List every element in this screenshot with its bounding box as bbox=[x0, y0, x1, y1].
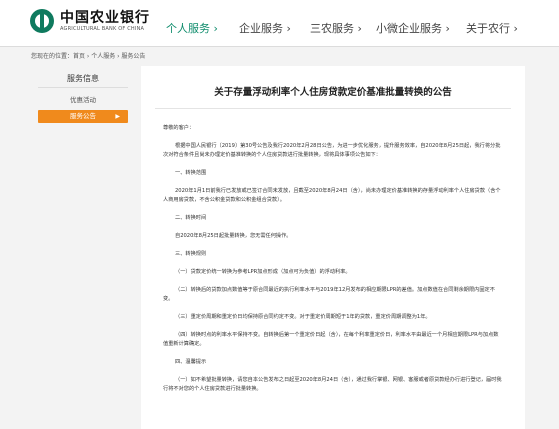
section-heading: 四、温馨提示 bbox=[175, 359, 207, 365]
sidebar-item-label: 服务公告 bbox=[70, 112, 96, 120]
abc-logo-icon bbox=[30, 9, 54, 33]
salutation: 尊敬的客户： bbox=[163, 125, 195, 131]
sidebar-title: 服务信息 bbox=[38, 70, 128, 88]
article-title: 关于存量浮动利率个人住房贷款定价基准批量转换的公告 bbox=[214, 87, 452, 98]
paragraph: （一）如不希望批量转换，请您自本公告发布之日起至2020年8月24日（含），通过… bbox=[163, 377, 502, 392]
title-divider bbox=[155, 108, 511, 109]
intro-paragraph: 根据中国人民银行〔2019〕第30号公告及我行2020年2月28日公告，为进一步… bbox=[163, 143, 501, 158]
paragraph: （三）重定价周期和重定价日均保持原合同约定不变。对于重定价周期短于1年的贷款，重… bbox=[175, 314, 431, 320]
bank-logo[interactable]: 中国农业银行 AGRICULTURAL BANK OF CHINA bbox=[30, 9, 150, 33]
section-heading: 三、转换规则 bbox=[175, 251, 207, 257]
site-header: 中国农业银行 AGRICULTURAL BANK OF CHINA 个人服务 ›… bbox=[0, 0, 559, 46]
section-heading: 一、转换范围 bbox=[175, 170, 207, 176]
paragraph: 2020年1月1日前我行已发放或已签订合同未发放，且截至2020年8月24日（含… bbox=[163, 188, 501, 203]
article-panel: 关于存量浮动利率个人住房贷款定价基准批量转换的公告 尊敬的客户： 根据中国人民银… bbox=[141, 66, 525, 429]
paragraph: （一）贷款定价统一转换为参考LPR加点形成（加点可为负值）的浮动利率。 bbox=[175, 269, 351, 275]
article-body: 尊敬的客户： 根据中国人民银行〔2019〕第30号公告及我行2020年2月28日… bbox=[163, 124, 503, 394]
sidebar: 服务信息 优惠活动 服务公告 ▶ bbox=[38, 70, 128, 126]
nav-small-business-services[interactable]: 小微企业服务 › bbox=[376, 20, 450, 36]
nav-corporate-services[interactable]: 企业服务 › bbox=[239, 20, 291, 36]
header-divider bbox=[0, 46, 559, 47]
nav-about-abc[interactable]: 关于农行 › bbox=[466, 20, 518, 36]
section-heading: 二、转换时间 bbox=[175, 215, 207, 221]
breadcrumb[interactable]: 您现在的位置：首页 › 个人服务 › 服务公告 bbox=[31, 51, 145, 60]
nav-personal-services[interactable]: 个人服务 › bbox=[166, 20, 218, 36]
logo-english-name: AGRICULTURAL BANK OF CHINA bbox=[60, 25, 145, 32]
paragraph: （二）转换后的贷款加点数值等于原合同最近的执行利率水平与2019年12月发布的相… bbox=[163, 287, 495, 302]
sidebar-item-label: 优惠活动 bbox=[70, 96, 96, 104]
nav-rural-services[interactable]: 三农服务 › bbox=[310, 20, 362, 36]
paragraph: （四）转换时点的利率水平保持不变。自转换后第一个重定价日起（含），在每个利率重定… bbox=[163, 332, 499, 347]
arrow-right-icon: ▶ bbox=[115, 113, 120, 120]
sidebar-item-service-notices[interactable]: 服务公告 ▶ bbox=[38, 110, 128, 123]
paragraph: 自2020年8月25日起批量转换，您无需任何操作。 bbox=[175, 233, 292, 239]
logo-chinese-name: 中国农业银行 bbox=[60, 9, 150, 26]
sidebar-item-promotions[interactable]: 优惠活动 bbox=[38, 94, 128, 107]
